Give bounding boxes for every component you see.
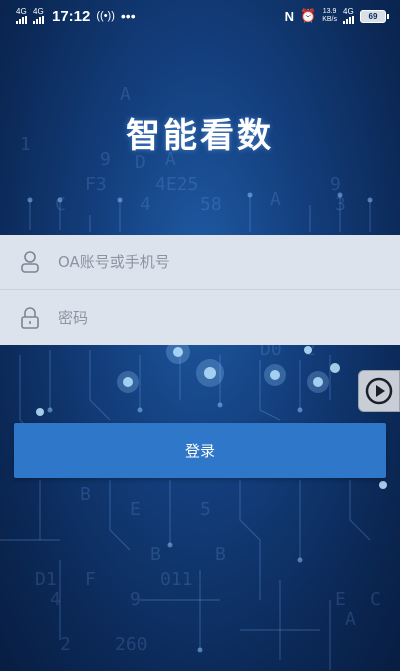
signal-icon: 4G — [343, 8, 354, 24]
floating-play-button[interactable] — [358, 370, 400, 412]
svg-text:58: 58 — [200, 194, 222, 215]
svg-text:B: B — [150, 544, 161, 565]
svg-text:011: 011 — [160, 569, 193, 590]
svg-text:E: E — [335, 589, 346, 610]
play-icon — [365, 377, 393, 405]
svg-text:5: 5 — [200, 499, 211, 520]
speed-unit: KB/s — [322, 16, 337, 23]
status-left: 4G 4G 17:12 ((•)) ••• — [16, 8, 136, 25]
svg-text:C: C — [370, 589, 381, 610]
svg-text:9: 9 — [130, 589, 141, 610]
svg-text:4: 4 — [50, 589, 61, 610]
svg-text:4: 4 — [140, 194, 151, 215]
login-form — [0, 235, 400, 345]
clock: 17:12 — [52, 7, 91, 25]
network-type-1: 4G — [16, 7, 27, 16]
account-field — [0, 235, 400, 290]
svg-text:A: A — [270, 189, 281, 210]
login-button[interactable]: 登录 — [14, 423, 386, 478]
svg-text:260: 260 — [115, 634, 148, 655]
svg-text:B: B — [215, 544, 226, 565]
password-input[interactable] — [58, 308, 358, 327]
alarm-icon: ⏰ — [300, 8, 317, 23]
status-right: N ⏰ 13.9 KB/s 4G 69 — [284, 8, 389, 24]
network-type-2: 4G — [33, 7, 44, 16]
svg-text:A: A — [120, 84, 131, 105]
svg-text:2: 2 — [60, 634, 71, 655]
signal-icon: 4G — [16, 8, 27, 24]
svg-text:A: A — [345, 609, 356, 630]
svg-text:F: F — [85, 569, 96, 590]
svg-text:D1: D1 — [35, 569, 57, 590]
svg-text:9: 9 — [330, 174, 341, 195]
battery-icon: 69 — [360, 9, 389, 23]
network-speed: 13.9 KB/s — [322, 8, 337, 24]
speed-value: 13.9 — [322, 8, 337, 15]
hotspot-icon: ((•)) — [96, 10, 115, 22]
password-field — [0, 290, 400, 345]
svg-text:4E25: 4E25 — [155, 174, 198, 195]
svg-text:B: B — [80, 484, 91, 505]
app-title: 智能看数 — [126, 117, 274, 155]
lock-icon — [20, 306, 40, 330]
network-type-3: 4G — [343, 7, 354, 16]
battery-level: 69 — [368, 11, 378, 21]
signal-icon: 4G — [33, 8, 44, 24]
nfc-icon: N — [284, 8, 295, 24]
svg-text:F3: F3 — [85, 174, 107, 195]
more-icon: ••• — [120, 8, 136, 24]
svg-text:E: E — [130, 499, 141, 520]
user-icon — [20, 250, 40, 274]
account-input[interactable] — [58, 253, 358, 271]
status-bar: 4G 4G 17:12 ((•)) ••• N ⏰ 13.9 KB/s 4G 6… — [0, 0, 400, 32]
